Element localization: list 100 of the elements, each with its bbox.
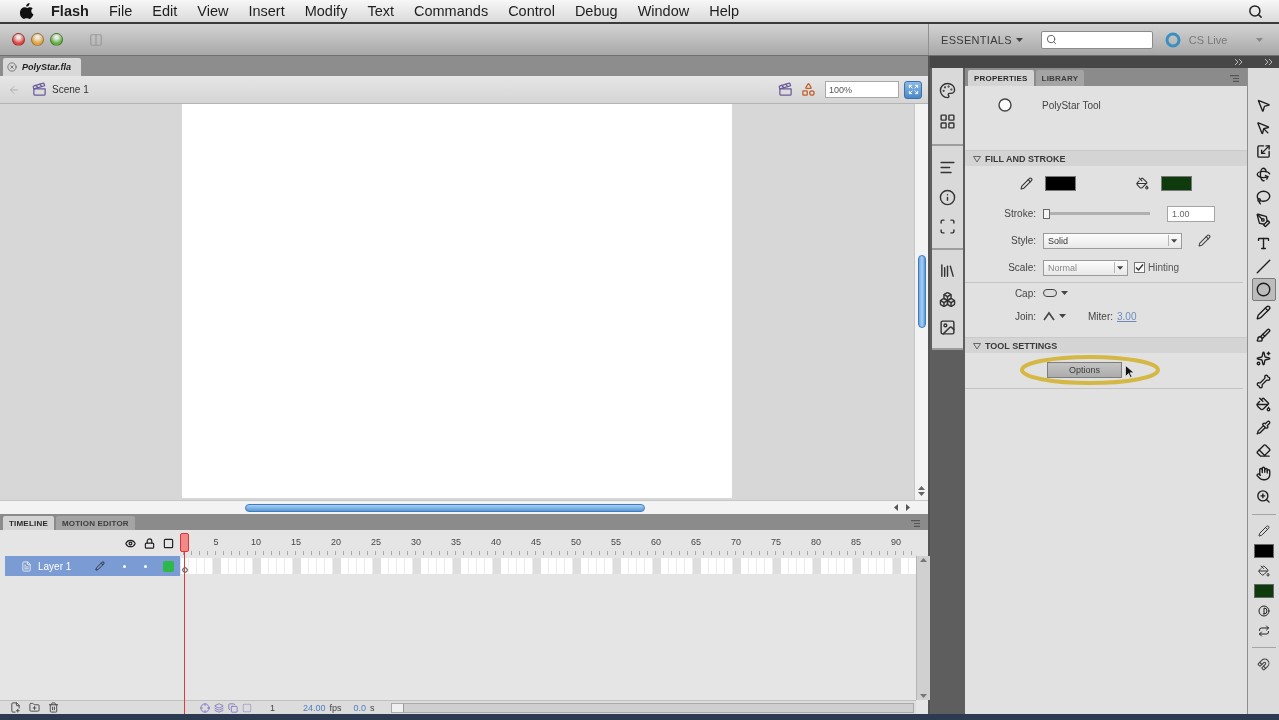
eye-icon[interactable] xyxy=(125,537,136,549)
vertical-scrollbar[interactable] xyxy=(916,556,930,700)
lock-icon[interactable] xyxy=(144,537,155,549)
paint-bucket-icon xyxy=(1136,176,1149,190)
frame-number: 30 xyxy=(410,537,422,547)
scroll-right-icon[interactable] xyxy=(906,504,910,511)
workspace-switcher[interactable]: ESSENTIALS xyxy=(941,33,1023,46)
minimize-button[interactable] xyxy=(31,33,44,46)
panel-tab[interactable]: TIMELINE xyxy=(3,516,54,530)
style-dropdown[interactable]: Solid xyxy=(1043,232,1182,249)
document-tab[interactable]: PolyStar.fla xyxy=(3,58,82,76)
join-dropdown[interactable] xyxy=(1043,311,1066,321)
contrast-icon[interactable] xyxy=(1257,605,1270,617)
menu-item[interactable]: File xyxy=(98,3,143,19)
menu-item[interactable]: Text xyxy=(357,3,404,19)
scan-icon[interactable] xyxy=(939,218,956,236)
current-frame: 1 xyxy=(270,702,275,713)
panel-tab[interactable]: MOTION EDITOR xyxy=(55,516,135,530)
menu-item[interactable]: Insert xyxy=(238,3,295,19)
layer-name: Layer 1 xyxy=(38,560,72,572)
collapse-triangle-icon[interactable] xyxy=(973,154,981,163)
shapes-icon[interactable] xyxy=(801,82,816,97)
eraser-icon xyxy=(1256,443,1271,458)
playhead[interactable] xyxy=(180,533,189,714)
close-icon[interactable] xyxy=(7,62,17,72)
options-button[interactable]: Options xyxy=(1047,362,1122,378)
frame-number: 85 xyxy=(850,537,862,547)
trash-icon[interactable] xyxy=(48,702,59,713)
outline-square-icon[interactable] xyxy=(163,537,174,549)
stroke-color-swatch[interactable] xyxy=(1253,544,1274,558)
pencil-icon[interactable] xyxy=(1198,234,1211,247)
frame-number: 60 xyxy=(650,537,662,547)
search-field[interactable] xyxy=(1040,30,1153,49)
scrollbar-thumb[interactable] xyxy=(391,703,404,712)
fill-color-swatch[interactable] xyxy=(1161,175,1192,191)
new-folder-icon[interactable] xyxy=(29,702,40,713)
paint-bucket-icon[interactable] xyxy=(1257,565,1270,577)
paint-bucket-icon xyxy=(1256,397,1271,412)
horizontal-scrollbar[interactable] xyxy=(0,500,928,514)
swap-icon[interactable] xyxy=(1257,625,1270,637)
caret-icon xyxy=(1059,314,1066,318)
dot-icon xyxy=(123,564,126,568)
search-icon[interactable] xyxy=(1248,3,1263,19)
frame-number: 5 xyxy=(212,537,220,547)
pencil-icon[interactable] xyxy=(1257,525,1270,537)
info-icon[interactable] xyxy=(939,188,956,206)
pointer-outline-icon xyxy=(1256,121,1271,136)
tool-button[interactable] xyxy=(1251,278,1276,301)
menu-item[interactable]: View xyxy=(187,3,239,19)
stroke-field[interactable]: 1.00 xyxy=(1167,205,1215,222)
caret-icon xyxy=(1015,37,1023,42)
palette-icon[interactable] xyxy=(939,82,956,99)
menu-item[interactable]: Help xyxy=(699,3,750,19)
new-layer-icon[interactable] xyxy=(10,702,21,713)
frame-number: 65 xyxy=(690,537,702,547)
menu-item[interactable]: Modify xyxy=(294,3,358,19)
menu-item[interactable]: Control xyxy=(498,3,565,19)
round-cap-icon xyxy=(1043,289,1057,297)
zoom-field[interactable]: 100% xyxy=(825,81,899,98)
close-button[interactable] xyxy=(12,33,25,46)
zoom-button[interactable] xyxy=(50,33,63,46)
vertical-scrollbar[interactable] xyxy=(914,104,928,500)
scrollbar-thumb[interactable] xyxy=(245,503,645,512)
frame-number: 70 xyxy=(730,537,742,547)
menu-item[interactable]: Flash xyxy=(41,3,99,19)
panel-tab[interactable]: PROPERTIES xyxy=(968,70,1034,86)
arrow-pointer-icon xyxy=(1256,98,1271,113)
scaling-icon xyxy=(1256,144,1271,159)
menu-item[interactable]: Commands xyxy=(404,3,499,19)
field-label: Miter: xyxy=(1088,310,1113,322)
scroll-left-icon[interactable] xyxy=(894,504,898,511)
slider-thumb[interactable] xyxy=(1043,208,1050,219)
boxes-icon[interactable] xyxy=(939,290,956,308)
lasso-icon xyxy=(1256,190,1271,205)
expand-button[interactable] xyxy=(904,80,922,99)
dot-icon xyxy=(144,564,147,568)
field-label: Join: xyxy=(1013,310,1036,322)
frame-number: 55 xyxy=(610,537,622,547)
frame-rate-unit: fps xyxy=(329,702,342,713)
scrollbar-thumb[interactable] xyxy=(917,255,926,328)
menu-item[interactable]: Edit xyxy=(142,3,188,19)
panel-tab[interactable]: LIBRARY xyxy=(1035,70,1085,86)
frame-number: 40 xyxy=(490,537,502,547)
horizontal-scrollbar[interactable] xyxy=(390,702,914,713)
collapse-arrows-icon[interactable] xyxy=(1235,59,1243,65)
menu-item[interactable]: Debug xyxy=(564,3,628,19)
checkbox[interactable] xyxy=(1134,262,1145,273)
frame-number: 80 xyxy=(810,537,822,547)
cap-dropdown[interactable] xyxy=(1043,289,1068,297)
search-icon xyxy=(1045,34,1057,45)
collapse-arrows-icon[interactable] xyxy=(1265,59,1273,65)
library-icon[interactable] xyxy=(939,261,956,279)
menu-item[interactable]: Window xyxy=(627,3,700,19)
grid-icon[interactable] xyxy=(939,113,956,130)
stroke-color-swatch[interactable] xyxy=(1045,175,1076,191)
image-icon[interactable] xyxy=(939,319,956,337)
clapperboard-icon[interactable] xyxy=(778,82,793,97)
magnet-icon[interactable] xyxy=(1257,657,1270,671)
fill-color-swatch[interactable] xyxy=(1253,584,1274,598)
collapse-triangle-icon[interactable] xyxy=(973,341,981,350)
